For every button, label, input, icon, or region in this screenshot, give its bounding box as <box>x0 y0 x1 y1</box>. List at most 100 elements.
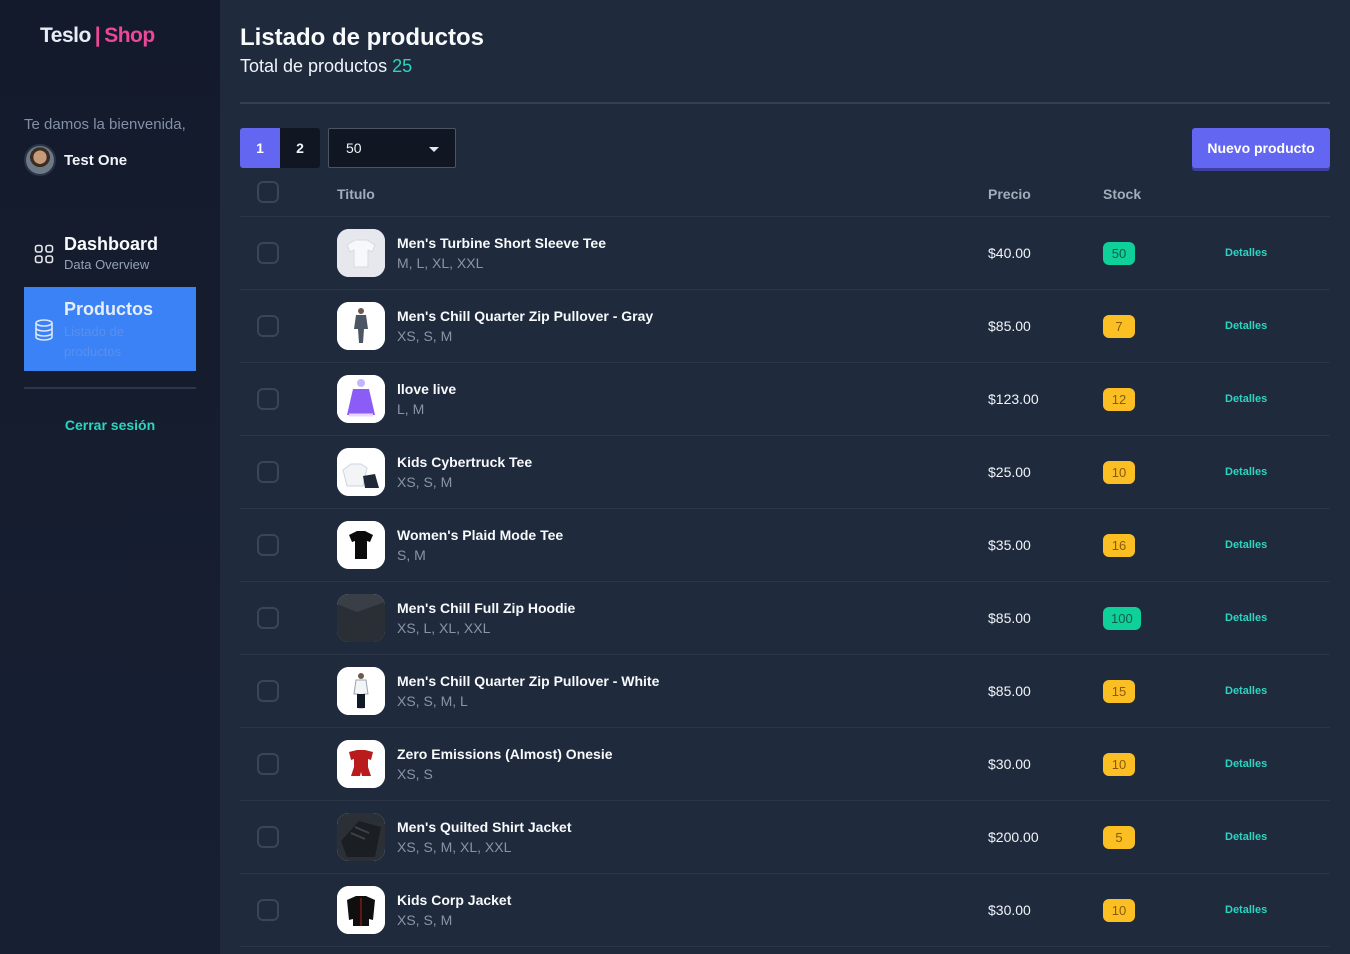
row-checkbox[interactable] <box>257 242 279 264</box>
stock-badge: 15 <box>1103 680 1135 703</box>
product-price: $85.00 <box>988 318 1031 334</box>
details-link[interactable]: Detalles <box>1225 904 1267 916</box>
app-root: Teslo | Shop Te damos la bienvenida, Test … <box>0 0 1350 954</box>
product-name: Men's Quilted Shirt Jacket <box>397 819 572 835</box>
details-link[interactable]: Detalles <box>1225 758 1267 770</box>
column-header-stock: Stock <box>1103 186 1142 202</box>
sidebar-item-title: Productos <box>64 299 154 319</box>
product-thumbnail <box>337 594 385 642</box>
product-sizes: XS, S <box>397 766 433 782</box>
sidebar-item-productos[interactable]: Productos Listado de productos <box>24 287 196 371</box>
sidebar-item-dashboard[interactable]: Dashboard Data Overview <box>24 234 196 272</box>
product-thumbnail <box>337 448 385 496</box>
table-body: Men's Turbine Short Sleeve Tee M, L, XL,… <box>240 217 1330 947</box>
table-row: Men's Turbine Short Sleeve Tee M, L, XL,… <box>240 217 1330 290</box>
logout-button[interactable]: Cerrar sesión <box>24 417 196 433</box>
product-thumbnail <box>337 667 385 715</box>
page-button-2[interactable]: 2 <box>280 128 320 168</box>
details-link[interactable]: Detalles <box>1225 612 1267 624</box>
row-checkbox[interactable] <box>257 534 279 556</box>
chevron-down-icon <box>429 147 439 152</box>
table-header: Titulo Precio Stock <box>240 170 1330 217</box>
new-product-button[interactable]: Nuevo producto <box>1192 128 1330 168</box>
row-checkbox[interactable] <box>257 388 279 410</box>
product-price: $30.00 <box>988 756 1031 772</box>
sidebar-item-subtitle: Data Overview <box>64 257 150 272</box>
sidebar-divider <box>24 387 196 389</box>
product-thumbnail <box>337 813 385 861</box>
page-size-select[interactable]: 50 <box>328 128 456 168</box>
product-price: $123.00 <box>988 391 1039 407</box>
stock-badge: 100 <box>1103 607 1141 630</box>
stock-badge: 7 <box>1103 315 1135 338</box>
page-size-value: 50 <box>346 140 362 156</box>
product-name: llove live <box>397 381 457 397</box>
user-name: Test One <box>64 151 128 169</box>
column-header-title: Titulo <box>337 186 375 202</box>
product-thumbnail <box>337 521 385 569</box>
product-sizes: XS, S, M <box>397 328 453 344</box>
details-link[interactable]: Detalles <box>1225 831 1267 843</box>
table-row: Kids Corp Jacket XS, S, M $30.00 10 Deta… <box>240 874 1330 947</box>
product-thumbnail <box>337 375 385 423</box>
details-link[interactable]: Detalles <box>1225 685 1267 697</box>
sidebar-item-subtitle: Listado de productos <box>64 324 124 359</box>
product-name: Zero Emissions (Almost) Onesie <box>397 746 613 762</box>
details-link[interactable]: Detalles <box>1225 393 1267 405</box>
total-label: Total de productos <box>240 56 388 76</box>
page-button-1[interactable]: 1 <box>240 128 280 168</box>
brand-separator: | <box>94 24 101 47</box>
row-checkbox[interactable] <box>257 826 279 848</box>
stock-badge: 10 <box>1103 899 1135 922</box>
row-checkbox[interactable] <box>257 753 279 775</box>
page-subtitle: Total de productos 25 <box>240 56 412 77</box>
header-divider <box>240 102 1330 104</box>
user-profile: Test One <box>24 144 127 176</box>
table-row: Kids Cybertruck Tee XS, S, M $25.00 10 D… <box>240 436 1330 509</box>
sidebar: Teslo | Shop Te damos la bienvenida, Test … <box>0 0 220 954</box>
select-all-checkbox[interactable] <box>257 181 279 203</box>
row-checkbox[interactable] <box>257 461 279 483</box>
database-icon <box>35 319 53 341</box>
table-row: Men's Chill Full Zip Hoodie XS, L, XL, X… <box>240 582 1330 655</box>
grid-icon <box>34 244 54 264</box>
product-name: Men's Chill Quarter Zip Pullover - Gray <box>397 308 654 324</box>
product-thumbnail <box>337 229 385 277</box>
total-count: 25 <box>392 56 413 76</box>
product-name: Kids Cybertruck Tee <box>397 454 533 470</box>
product-name: Kids Corp Jacket <box>397 892 512 908</box>
details-link[interactable]: Detalles <box>1225 466 1267 478</box>
row-checkbox[interactable] <box>257 315 279 337</box>
product-thumbnail <box>337 886 385 934</box>
row-checkbox[interactable] <box>257 607 279 629</box>
stock-badge: 10 <box>1103 753 1135 776</box>
product-price: $85.00 <box>988 610 1031 626</box>
product-sizes: XS, S, M, XL, XXL <box>397 839 512 855</box>
avatar <box>24 144 56 176</box>
product-sizes: XS, S, M, L <box>397 693 468 709</box>
welcome-text: Te damos la bienvenida, <box>24 116 186 133</box>
brand-name-first: Teslo <box>40 24 91 47</box>
stock-badge: 5 <box>1103 826 1135 849</box>
details-link[interactable]: Detalles <box>1225 539 1267 551</box>
product-price: $200.00 <box>988 829 1039 845</box>
product-sizes: XS, L, XL, XXL <box>397 620 491 636</box>
details-link[interactable]: Detalles <box>1225 247 1267 259</box>
details-link[interactable]: Detalles <box>1225 320 1267 332</box>
page-title: Listado de productos <box>240 24 485 51</box>
column-header-price: Precio <box>988 186 1031 202</box>
product-price: $35.00 <box>988 537 1031 553</box>
table-row: llove live L, M $123.00 12 Detalles <box>240 363 1330 436</box>
brand-logo[interactable]: Teslo | Shop <box>40 24 155 48</box>
products-table: Titulo Precio Stock Men's Turbine Short … <box>240 170 1330 947</box>
row-checkbox[interactable] <box>257 899 279 921</box>
table-row: Men's Chill Quarter Zip Pullover - Gray … <box>240 290 1330 363</box>
product-name: Men's Chill Quarter Zip Pullover - White <box>397 673 660 689</box>
product-price: $25.00 <box>988 464 1031 480</box>
stock-badge: 10 <box>1103 461 1135 484</box>
row-checkbox[interactable] <box>257 680 279 702</box>
product-price: $30.00 <box>988 902 1031 918</box>
product-thumbnail <box>337 302 385 350</box>
product-name: Men's Turbine Short Sleeve Tee <box>397 235 606 251</box>
table-row: Women's Plaid Mode Tee S, M $35.00 16 De… <box>240 509 1330 582</box>
